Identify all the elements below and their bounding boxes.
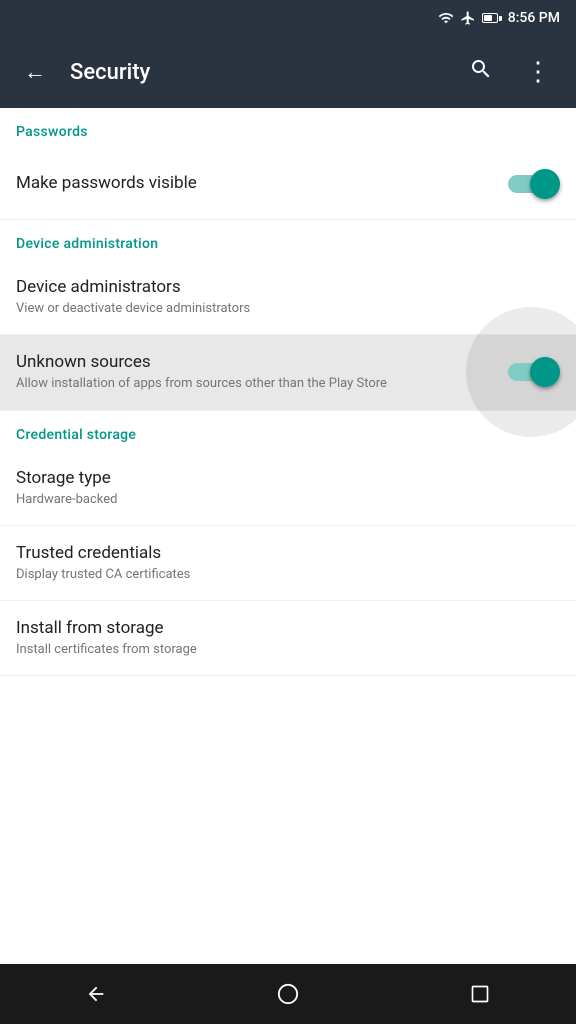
- search-button[interactable]: [461, 49, 501, 95]
- back-button[interactable]: ←: [16, 51, 54, 93]
- setting-item-make-passwords-visible[interactable]: Make passwords visible: [0, 148, 576, 220]
- setting-item-text: Device administrators View or deactivate…: [16, 276, 560, 318]
- setting-item-unknown-sources[interactable]: Unknown sources Allow installation of ap…: [0, 335, 576, 409]
- setting-subtitle-trusted-credentials: Display trusted CA certificates: [16, 566, 544, 584]
- section-header-credential-storage: Credential storage: [0, 410, 576, 451]
- nav-home-button[interactable]: [264, 970, 312, 1018]
- setting-title-unknown-sources: Unknown sources: [16, 351, 492, 373]
- toggle-make-passwords-visible[interactable]: [508, 169, 560, 199]
- setting-title-install-from-storage: Install from storage: [16, 617, 544, 639]
- navigation-bar: [0, 964, 576, 1024]
- setting-subtitle-unknown-sources: Allow installation of apps from sources …: [16, 375, 492, 393]
- setting-item-storage-type[interactable]: Storage type Hardware-backed: [0, 451, 576, 526]
- airplane-icon: [460, 10, 476, 26]
- nav-recents-button[interactable]: [456, 970, 504, 1018]
- section-header-device-admin: Device administration: [0, 220, 576, 260]
- status-icons: 8:56 PM: [438, 10, 560, 26]
- nav-home-icon: [277, 983, 299, 1005]
- setting-item-text: Unknown sources Allow installation of ap…: [16, 351, 508, 393]
- setting-item-trusted-credentials[interactable]: Trusted credentials Display trusted CA c…: [0, 526, 576, 601]
- toggle-thumb: [530, 169, 560, 199]
- setting-title-make-passwords-visible: Make passwords visible: [16, 172, 492, 194]
- nav-back-icon: [85, 983, 107, 1005]
- setting-title-device-administrators: Device administrators: [16, 276, 544, 298]
- setting-item-device-administrators[interactable]: Device administrators View or deactivate…: [0, 260, 576, 335]
- more-options-button[interactable]: ⋮: [517, 49, 560, 95]
- setting-subtitle-storage-type: Hardware-backed: [16, 491, 544, 509]
- setting-subtitle-device-administrators: View or deactivate device administrators: [16, 300, 544, 318]
- setting-item-text: Trusted credentials Display trusted CA c…: [16, 542, 560, 584]
- section-header-passwords: Passwords: [0, 108, 576, 148]
- setting-item-text: Make passwords visible: [16, 172, 508, 194]
- status-time: 8:56 PM: [508, 10, 560, 26]
- toggle-thumb: [530, 357, 560, 387]
- main-content: Passwords Make passwords visible Device …: [0, 108, 576, 964]
- toggle-unknown-sources[interactable]: [508, 357, 560, 387]
- battery-icon: [482, 13, 502, 23]
- setting-item-text: Storage type Hardware-backed: [16, 467, 560, 509]
- page-title: Security: [70, 60, 445, 85]
- wifi-icon: [438, 10, 454, 26]
- search-icon: [469, 57, 493, 81]
- nav-recents-icon: [470, 984, 490, 1004]
- status-bar: 8:56 PM: [0, 0, 576, 36]
- setting-item-install-from-storage[interactable]: Install from storage Install certificate…: [0, 601, 576, 676]
- setting-title-trusted-credentials: Trusted credentials: [16, 542, 544, 564]
- setting-item-text: Install from storage Install certificate…: [16, 617, 560, 659]
- setting-title-storage-type: Storage type: [16, 467, 544, 489]
- nav-back-button[interactable]: [72, 970, 120, 1018]
- setting-subtitle-install-from-storage: Install certificates from storage: [16, 641, 544, 659]
- toolbar: ← Security ⋮: [0, 36, 576, 108]
